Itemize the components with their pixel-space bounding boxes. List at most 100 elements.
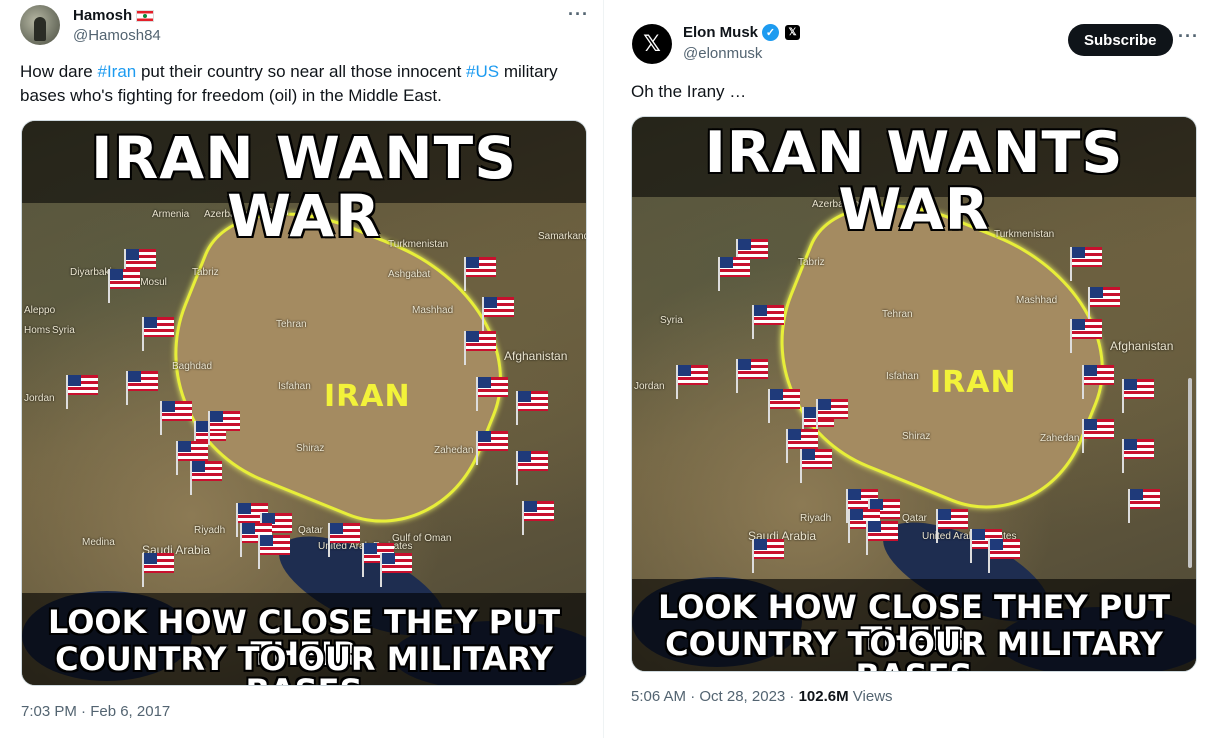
us-flag-icon bbox=[752, 305, 784, 339]
meme-caption-line-2: COUNTRY TO OUR MILITARY BASES bbox=[665, 625, 1163, 671]
place-label: Syria bbox=[52, 325, 75, 336]
us-flag-icon bbox=[176, 441, 208, 475]
place-label: Riyadh bbox=[800, 513, 832, 524]
us-flag-icon bbox=[768, 389, 800, 423]
handle[interactable]: @Hamosh84 bbox=[73, 27, 161, 44]
timestamp[interactable]: 5:06 AM · Oct 28, 2023 · bbox=[631, 688, 799, 705]
tweet-elonmusk[interactable]: 𝕏 Elon Musk ✓ 𝕏 @elonmusk Subscribe ··· … bbox=[612, 0, 1220, 738]
iran-label: IRAN bbox=[324, 379, 411, 414]
us-flag-icon bbox=[752, 539, 784, 573]
us-flag-icon bbox=[676, 365, 708, 399]
us-flag-icon bbox=[800, 449, 832, 483]
tweet-meta: 5:06 AM · Oct 28, 2023 · 102.6M Views bbox=[631, 688, 893, 705]
tweet-text: How dare #Iran put their country so near… bbox=[20, 60, 590, 108]
place-label: Tabriz bbox=[192, 267, 219, 278]
x-affiliate-badge-icon: 𝕏 bbox=[785, 25, 801, 40]
author-name-row: Elon Musk ✓ 𝕏 bbox=[683, 24, 801, 41]
us-flag-icon bbox=[1070, 247, 1102, 281]
us-flag-icon bbox=[464, 331, 496, 365]
us-flag-icon bbox=[866, 521, 898, 555]
place-label: Homs bbox=[24, 325, 51, 336]
place-label: Jordan bbox=[24, 393, 55, 404]
us-flag-icon bbox=[516, 391, 548, 425]
us-flag-icon bbox=[126, 371, 158, 405]
place-label: Zahedan bbox=[1040, 433, 1080, 444]
us-flag-icon bbox=[208, 411, 240, 445]
us-flag-icon bbox=[190, 461, 222, 495]
place-label: Shiraz bbox=[902, 431, 931, 442]
us-flag-icon bbox=[1082, 419, 1114, 453]
us-flag-icon bbox=[1128, 489, 1160, 523]
us-flag-icon bbox=[258, 535, 290, 569]
place-label: Baghdad bbox=[172, 361, 213, 372]
us-flag-icon bbox=[142, 553, 174, 587]
place-label: Ashgabat bbox=[388, 269, 431, 280]
us-flag-icon bbox=[108, 269, 140, 303]
us-flag-icon bbox=[1082, 365, 1114, 399]
place-label: Zahedan bbox=[434, 445, 474, 456]
subscribe-button[interactable]: Subscribe bbox=[1068, 24, 1173, 56]
page: Hamosh @Hamosh84 ··· How dare #Iran put … bbox=[0, 0, 1220, 738]
meme-caption-line-2: COUNTRY TO OUR MILITARY BASES bbox=[55, 640, 553, 685]
text-segment: How dare bbox=[20, 62, 98, 81]
us-flag-icon bbox=[476, 431, 508, 465]
us-flag-icon bbox=[124, 249, 156, 283]
place-label: Shiraz bbox=[296, 443, 325, 454]
place-label: Isfahan bbox=[886, 371, 919, 382]
avatar[interactable] bbox=[20, 5, 60, 45]
text-segment: put their country so near all those inno… bbox=[136, 62, 467, 81]
us-flag-icon bbox=[1122, 439, 1154, 473]
more-options-icon[interactable]: ··· bbox=[568, 4, 589, 25]
us-flag-icon bbox=[786, 429, 818, 463]
us-flag-icon bbox=[482, 297, 514, 331]
us-flag-icon bbox=[516, 451, 548, 485]
tweet-text: Oh the Irany … bbox=[631, 82, 747, 101]
us-flag-icon bbox=[1088, 287, 1120, 321]
hashtag-link[interactable]: #US bbox=[466, 62, 499, 81]
more-options-icon[interactable]: ··· bbox=[1178, 26, 1199, 47]
verified-badge-icon: ✓ bbox=[762, 24, 780, 41]
us-flag-icon bbox=[936, 509, 968, 543]
place-label: Tehran bbox=[882, 309, 913, 320]
place-label: Afghanistan bbox=[504, 349, 568, 363]
timestamp[interactable]: 7:03 PM · Feb 6, 2017 bbox=[21, 703, 170, 720]
meme-headline-top: IRAN WANTS WAR bbox=[704, 120, 1124, 243]
place-label: Riyadh bbox=[194, 525, 226, 536]
place-label: Qatar bbox=[902, 513, 928, 524]
scrollbar[interactable] bbox=[1188, 378, 1192, 568]
place-label: Jordan bbox=[634, 381, 665, 392]
us-flag-icon bbox=[736, 239, 768, 273]
hashtag-link[interactable]: #Iran bbox=[97, 62, 136, 81]
place-label: Aleppo bbox=[24, 305, 56, 316]
tweet-image[interactable]: IRAN Azerbaijan Turkmenistan Tabriz Mash… bbox=[631, 116, 1197, 672]
avatar[interactable]: 𝕏 bbox=[632, 24, 672, 64]
handle[interactable]: @elonmusk bbox=[683, 45, 762, 62]
display-name[interactable]: Elon Musk bbox=[683, 24, 758, 41]
us-flag-icon bbox=[1070, 319, 1102, 353]
us-flag-icon bbox=[160, 401, 192, 435]
place-label: Mashhad bbox=[412, 305, 454, 316]
place-label: Afghanistan bbox=[1110, 339, 1174, 353]
x-logo-icon: 𝕏 bbox=[643, 31, 661, 57]
author-name-row: Hamosh bbox=[73, 7, 155, 24]
place-label: Tabriz bbox=[798, 257, 825, 268]
us-flag-icon bbox=[464, 257, 496, 291]
us-flag-icon bbox=[522, 501, 554, 535]
tweet-image[interactable]: IRAN Armenia Azerbaijan Baku Turkmenista… bbox=[21, 120, 587, 686]
us-flag-icon bbox=[328, 523, 360, 557]
place-label: Tehran bbox=[276, 319, 307, 330]
tweet-hamosh[interactable]: Hamosh @Hamosh84 ··· How dare #Iran put … bbox=[0, 0, 604, 738]
iran-label: IRAN bbox=[930, 365, 1017, 400]
us-flag-icon bbox=[816, 399, 848, 433]
place-label: Medina bbox=[82, 537, 115, 548]
us-flag-icon bbox=[718, 257, 750, 291]
display-name[interactable]: Hamosh bbox=[73, 7, 132, 24]
us-flag-icon bbox=[1122, 379, 1154, 413]
views-count[interactable]: 102.6M bbox=[799, 688, 849, 705]
us-flag-icon bbox=[476, 377, 508, 411]
us-flag-icon bbox=[142, 317, 174, 351]
us-flag-icon bbox=[380, 553, 412, 587]
place-label: Mashhad bbox=[1016, 295, 1058, 306]
place-label: Isfahan bbox=[278, 381, 311, 392]
lebanon-flag-icon bbox=[136, 9, 155, 22]
